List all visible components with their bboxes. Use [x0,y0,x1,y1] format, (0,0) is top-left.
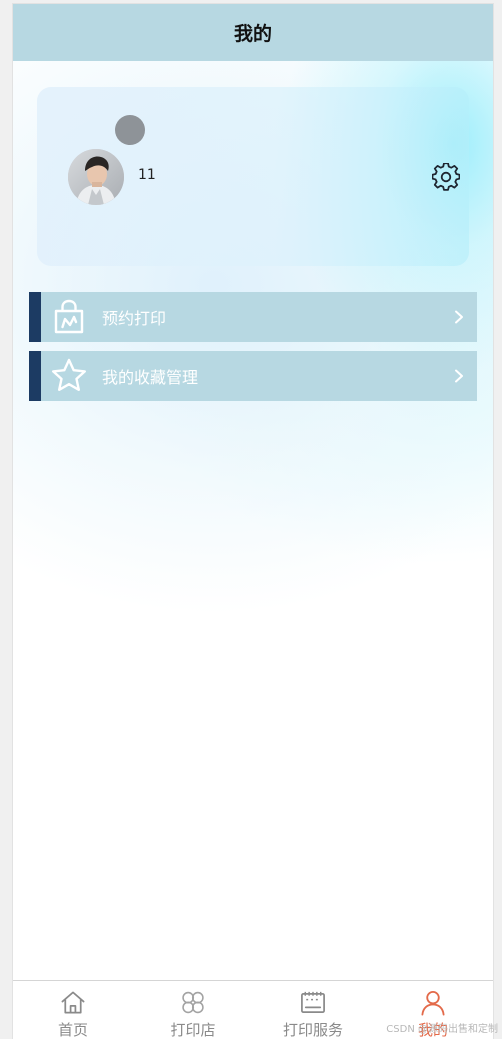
settings-button[interactable] [431,162,461,191]
tab-label: 首页 [57,1021,88,1039]
gear-icon [431,162,461,191]
menu-item-reserve-print[interactable]: 预约打印 [29,292,477,342]
user-icon [421,990,445,1016]
chevron-right-icon [455,310,463,324]
username: 11 [138,167,156,183]
tab-label: 打印店 [170,1021,216,1039]
shopping-bag-icon [54,299,84,334]
home-icon [61,991,85,1014]
phone-screen: 我的 11 预约打印 我的收藏管理 首页 打印店 打印服务 我的 [13,4,493,1039]
grid-clover-icon [182,991,204,1014]
top-header: 我的 [13,4,493,61]
profile-card: 11 [37,87,469,266]
menu-item-favorites[interactable]: 我的收藏管理 [29,351,477,401]
printer-icon [301,991,325,1014]
chevron-right-icon [455,369,463,383]
avatar-photo-icon [68,149,124,205]
avatar[interactable] [68,149,124,205]
tab-print-shop[interactable]: 打印店 [133,981,253,1039]
tab-label: 打印服务 [282,1021,343,1039]
menu-item-label: 预约打印 [102,309,167,328]
tab-home[interactable]: 首页 [13,981,133,1039]
watermark: CSDN @源码出售和定制 [386,1024,498,1035]
menu-item-label: 我的收藏管理 [102,368,199,387]
status-dot [115,115,145,145]
tab-print-service[interactable]: 打印服务 [253,981,373,1039]
star-icon [52,358,86,391]
page-title: 我的 [233,23,272,45]
